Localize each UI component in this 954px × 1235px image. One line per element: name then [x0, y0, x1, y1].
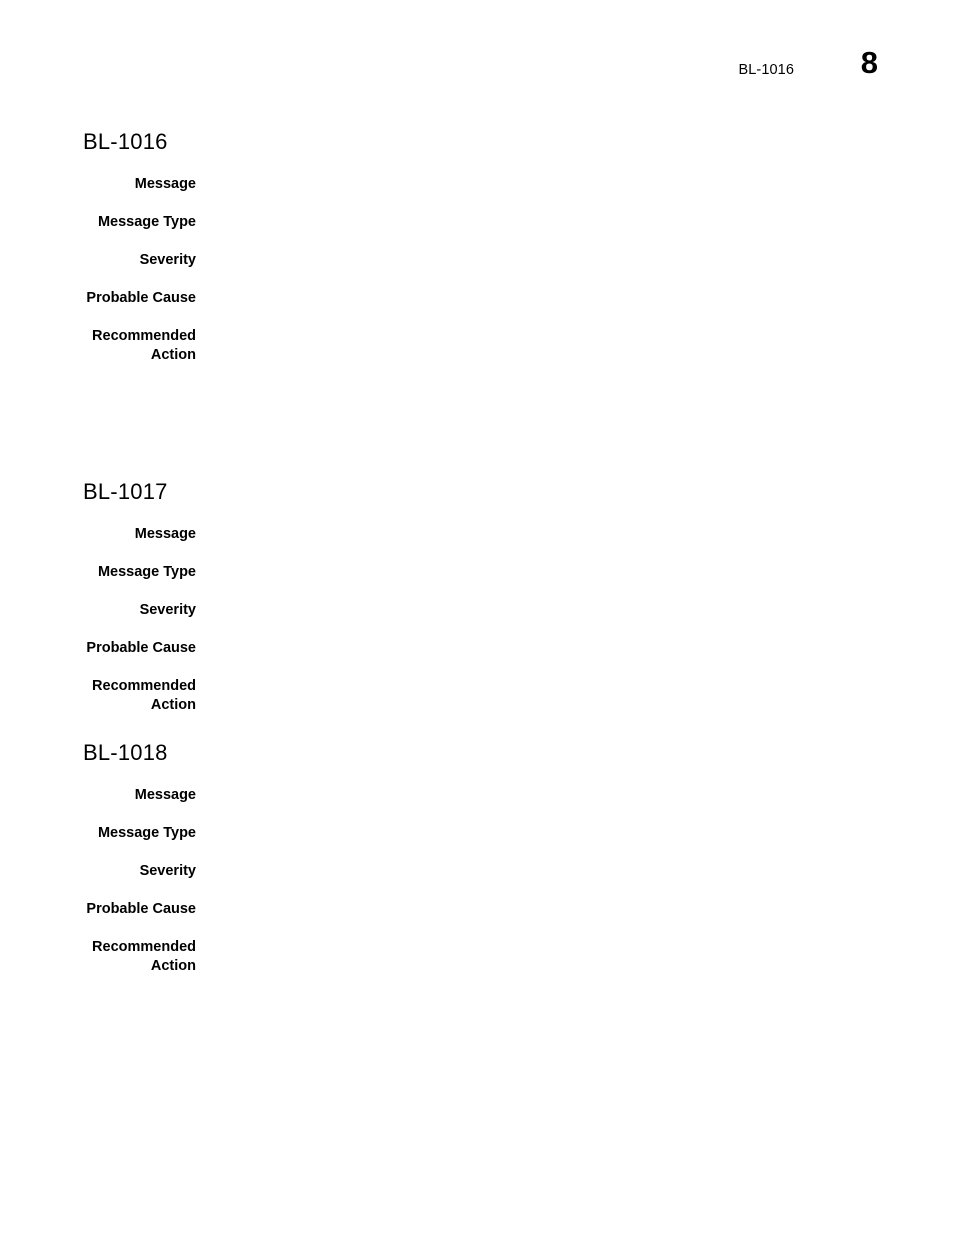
field-value-message [196, 786, 954, 805]
field-row: Probable Cause [0, 639, 954, 658]
field-value-severity [196, 251, 954, 270]
field-row: Message Type [0, 563, 954, 582]
section-title: BL-1017 [83, 479, 168, 504]
field-list: Message Message Type Severity Probable C… [0, 175, 954, 365]
field-label-probable-cause: Probable Cause [86, 901, 196, 917]
page-number: 8 [860, 45, 878, 80]
field-value-message [196, 525, 954, 544]
field-label-message: Message [134, 526, 196, 542]
field-label-probable-cause: Probable Cause [86, 290, 196, 306]
field-label-message: Message [134, 787, 196, 803]
field-list: Message Message Type Severity Probable C… [0, 786, 954, 976]
field-value-probable-cause [196, 639, 954, 658]
field-value-message-type [196, 213, 954, 232]
field-label-recommended-action: Recommended Action [92, 678, 196, 713]
field-value-probable-cause [196, 289, 954, 308]
field-label-severity: Severity [139, 602, 196, 618]
field-row: Probable Cause [0, 900, 954, 919]
section-title: BL-1018 [83, 740, 168, 765]
field-value-probable-cause [196, 900, 954, 919]
field-label-recommended-action: Recommended Action [92, 939, 196, 974]
field-row: Recommended Action [0, 327, 954, 365]
field-value-message [196, 175, 954, 194]
field-row: Message [0, 175, 954, 194]
field-row: Severity [0, 601, 954, 620]
field-label-message: Message [134, 176, 196, 192]
field-row: Message [0, 525, 954, 544]
field-label-message-type: Message Type [97, 214, 196, 230]
field-label-probable-cause: Probable Cause [86, 640, 196, 656]
field-row: Message Type [0, 824, 954, 843]
running-header-title: BL-1016 [738, 62, 794, 78]
field-row: Message [0, 786, 954, 805]
field-list: Message Message Type Severity Probable C… [0, 525, 954, 715]
field-value-message-type [196, 563, 954, 582]
field-value-recommended-action [196, 938, 954, 957]
field-row: Severity [0, 251, 954, 270]
field-row: Recommended Action [0, 677, 954, 715]
document-page: BL-1016 8 BL-1016 Message Message Type S… [0, 0, 954, 1235]
field-value-severity [196, 601, 954, 620]
field-value-severity [196, 862, 954, 881]
field-value-message-type [196, 824, 954, 843]
field-value-recommended-action [196, 327, 954, 346]
field-label-recommended-action: Recommended Action [92, 328, 196, 363]
field-row: Message Type [0, 213, 954, 232]
page-header: BL-1016 8 [0, 47, 954, 100]
section-title: BL-1016 [83, 129, 168, 154]
field-label-message-type: Message Type [97, 825, 196, 841]
field-label-severity: Severity [139, 863, 196, 879]
field-row: Severity [0, 862, 954, 881]
field-label-severity: Severity [139, 252, 196, 268]
field-row: Recommended Action [0, 938, 954, 976]
field-value-recommended-action [196, 677, 954, 696]
field-label-message-type: Message Type [97, 564, 196, 580]
field-row: Probable Cause [0, 289, 954, 308]
